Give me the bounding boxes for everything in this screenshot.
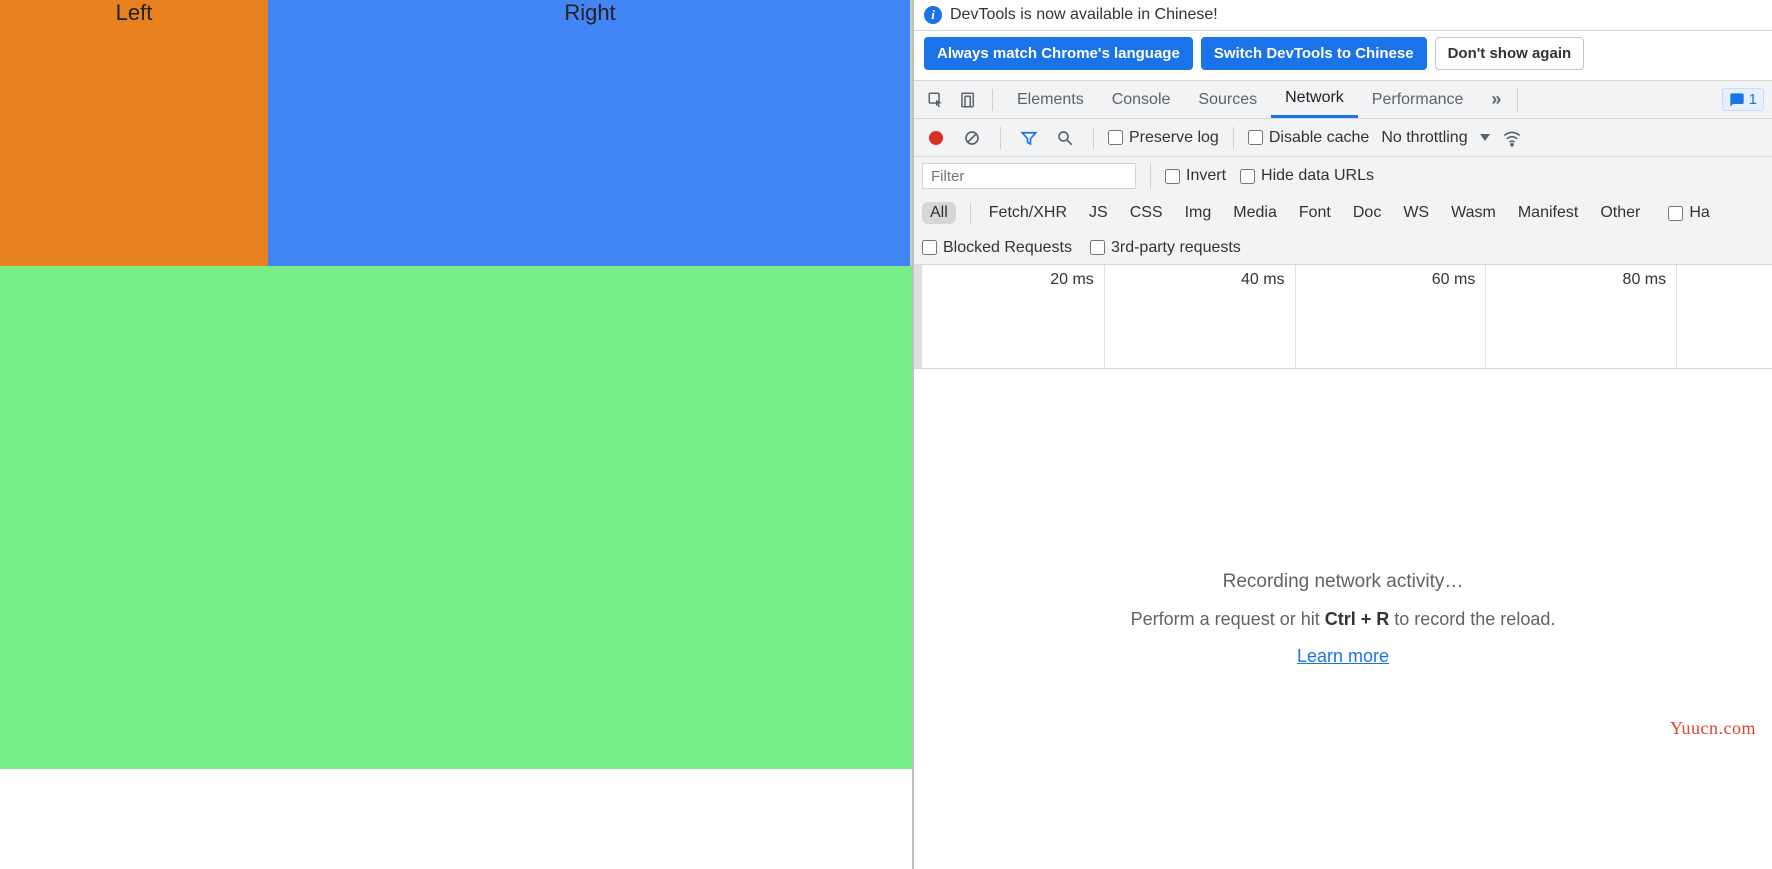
disable-cache-label: Disable cache — [1269, 129, 1370, 147]
devtools-panel: i DevTools is now available in Chinese! … — [912, 0, 1772, 869]
record-button[interactable] — [922, 124, 950, 152]
separator — [992, 89, 993, 111]
filter-type-doc[interactable]: Doc — [1349, 202, 1385, 224]
timeline-segment — [1677, 265, 1772, 368]
hide-data-urls-label: Hide data URLs — [1261, 167, 1374, 185]
filter-type-css[interactable]: CSS — [1126, 202, 1167, 224]
device-toolbar-icon[interactable] — [954, 86, 982, 114]
invert-checkbox[interactable]: Invert — [1165, 167, 1226, 185]
watermark: Yuucn.com — [1670, 718, 1756, 739]
blocked-requests-label: Blocked Requests — [943, 239, 1072, 257]
timeline-tick-label: 60 ms — [1432, 271, 1476, 289]
instruction-text: Perform a request or hit Ctrl + R to rec… — [1131, 609, 1556, 630]
empty-state: Recording network activity… Perform a re… — [914, 369, 1772, 869]
tab-sources[interactable]: Sources — [1184, 81, 1271, 118]
right-box-label: Right — [564, 0, 615, 25]
more-tabs-icon[interactable]: » — [1485, 89, 1507, 110]
filter-type-ws[interactable]: WS — [1399, 202, 1433, 224]
viewport-scrollbar[interactable] — [910, 0, 912, 266]
bottom-box — [0, 266, 912, 769]
separator — [970, 203, 971, 223]
timeline-tick-label: 80 ms — [1623, 271, 1667, 289]
third-party-label: 3rd-party requests — [1111, 239, 1241, 257]
network-conditions-icon[interactable] — [1498, 124, 1526, 152]
filter-type-font[interactable]: Font — [1295, 202, 1335, 224]
filter-type-img[interactable]: Img — [1181, 202, 1216, 224]
issues-icon — [1729, 92, 1745, 108]
filter-type-js[interactable]: JS — [1085, 202, 1112, 224]
preserve-log-checkbox[interactable]: Preserve log — [1108, 129, 1219, 147]
timeline-segment: 60 ms — [1296, 265, 1487, 368]
learn-more-link[interactable]: Learn more — [1297, 646, 1389, 667]
filter-type-media[interactable]: Media — [1229, 202, 1281, 224]
extra-filters: Blocked Requests 3rd-party requests — [914, 231, 1772, 265]
timeline-segment: 40 ms — [1105, 265, 1296, 368]
filter-toggle-icon[interactable] — [1015, 124, 1043, 152]
throttling-value: No throttling — [1381, 129, 1467, 147]
search-icon[interactable] — [1051, 124, 1079, 152]
filter-type-all[interactable]: All — [922, 202, 956, 224]
separator — [1517, 89, 1518, 111]
dont-show-again-button[interactable]: Don't show again — [1435, 37, 1585, 70]
instruction-pre: Perform a request or hit — [1131, 609, 1325, 629]
throttling-select[interactable]: No throttling — [1377, 129, 1471, 147]
throttling-dropdown-icon[interactable] — [1480, 134, 1490, 141]
timeline-tick-label: 40 ms — [1241, 271, 1285, 289]
disable-cache-checkbox[interactable]: Disable cache — [1248, 129, 1370, 147]
invert-label: Invert — [1186, 167, 1226, 185]
tab-console[interactable]: Console — [1098, 81, 1185, 118]
language-banner: i DevTools is now available in Chinese! — [914, 0, 1772, 31]
top-row: Left Right — [0, 0, 912, 266]
timeline-tick-label: 20 ms — [1050, 271, 1094, 289]
tab-elements[interactable]: Elements — [1003, 81, 1098, 118]
timeline-segment: 20 ms — [914, 265, 1105, 368]
timeline-segment: 80 ms — [1486, 265, 1677, 368]
tab-network[interactable]: Network — [1271, 81, 1358, 118]
filter-type-wasm[interactable]: Wasm — [1447, 202, 1500, 224]
left-box: Left — [0, 0, 268, 266]
filter-type-manifest[interactable]: Manifest — [1514, 202, 1582, 224]
separator — [1150, 163, 1151, 189]
inspect-element-icon[interactable] — [922, 86, 950, 114]
blocked-requests-checkbox[interactable]: Blocked Requests — [922, 239, 1072, 257]
switch-devtools-button[interactable]: Switch DevTools to Chinese — [1201, 37, 1427, 70]
info-icon: i — [924, 6, 942, 24]
separator — [1093, 127, 1094, 149]
right-box: Right — [268, 0, 912, 266]
resource-type-filters: All Fetch/XHR JS CSS Img Media Font Doc WS Wasm Ma… — [914, 195, 1772, 231]
issues-badge[interactable]: 1 — [1722, 88, 1764, 111]
panel-tabs: ElementsConsoleSourcesNetworkPerformance… — [914, 81, 1772, 119]
third-party-checkbox[interactable]: 3rd-party requests — [1090, 239, 1241, 257]
clear-button[interactable] — [958, 124, 986, 152]
filter-bar: Invert Hide data URLs — [914, 157, 1772, 195]
filter-type-other[interactable]: Other — [1596, 202, 1644, 224]
always-match-button[interactable]: Always match Chrome's language — [924, 37, 1193, 70]
banner-buttons: Always match Chrome's language Switch De… — [914, 31, 1772, 81]
issues-count: 1 — [1749, 91, 1757, 108]
left-box-label: Left — [116, 0, 153, 25]
hide-data-urls-checkbox[interactable]: Hide data URLs — [1240, 167, 1374, 185]
page-viewport: Left Right — [0, 0, 912, 769]
has-blocked-cookies-checkbox[interactable]: Ha — [1668, 204, 1709, 222]
preserve-log-label: Preserve log — [1129, 129, 1219, 147]
network-toolbar: Preserve log Disable cache No throttling — [914, 119, 1772, 157]
recording-text: Recording network activity… — [1223, 571, 1464, 593]
filter-type-fetchxhr[interactable]: Fetch/XHR — [985, 202, 1071, 224]
tab-performance[interactable]: Performance — [1358, 81, 1478, 118]
filter-input[interactable] — [922, 163, 1136, 189]
separator — [1000, 127, 1001, 149]
instruction-post: to record the reload. — [1389, 609, 1555, 629]
separator — [1233, 127, 1234, 149]
banner-text: DevTools is now available in Chinese! — [950, 6, 1218, 24]
shortcut-text: Ctrl + R — [1325, 609, 1390, 629]
timeline-overview[interactable]: 20 ms 40 ms 60 ms 80 ms — [914, 265, 1772, 369]
